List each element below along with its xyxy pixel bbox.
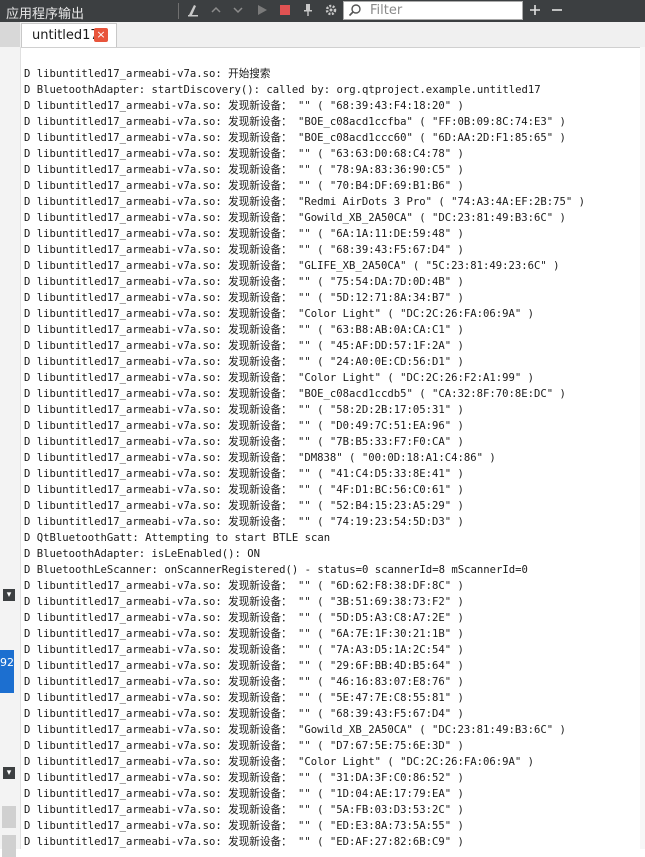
gutter-badge-text: 92 xyxy=(0,656,14,669)
clear-icon[interactable] xyxy=(186,3,202,19)
log-line: D libuntitled17_armeabi-v7a.so: 发现新设备： "… xyxy=(24,788,464,800)
log-line: D BluetoothLeScanner: onScannerRegistere… xyxy=(24,564,528,576)
log-line: D libuntitled17_armeabi-v7a.so: 发现新设备： "… xyxy=(24,388,566,400)
log-line: D libuntitled17_armeabi-v7a.so: 发现新设备： "… xyxy=(24,132,566,144)
log-line: D libuntitled17_armeabi-v7a.so: 发现新设备： "… xyxy=(24,116,566,128)
log-line: D libuntitled17_armeabi-v7a.so: 发现新设备： "… xyxy=(24,644,464,656)
log-line: D libuntitled17_armeabi-v7a.so: 发现新设备： "… xyxy=(24,740,464,752)
vertical-scrollbar[interactable] xyxy=(640,47,645,849)
log-line: D libuntitled17_armeabi-v7a.so: 发现新设备： "… xyxy=(24,420,464,432)
log-line: D BluetoothAdapter: isLeEnabled(): ON xyxy=(24,548,260,560)
log-line: D libuntitled17_armeabi-v7a.so: 发现新设备： "… xyxy=(24,324,464,336)
log-line: D libuntitled17_armeabi-v7a.so: 发现新设备： "… xyxy=(24,452,496,464)
log-line: D libuntitled17_armeabi-v7a.so: 发现新设备： "… xyxy=(24,660,464,672)
log-line: D libuntitled17_armeabi-v7a.so: 发现新设备： "… xyxy=(24,820,464,832)
log-line: D BluetoothAdapter: startDiscovery(): ca… xyxy=(24,84,541,96)
log-line: D QtBluetoothGatt: Attempting to start B… xyxy=(24,532,331,544)
log-line: D libuntitled17_armeabi-v7a.so: 发现新设备： "… xyxy=(24,804,464,816)
output-log: D libuntitled17_armeabi-v7a.so: 开始搜索 D Bl… xyxy=(24,66,642,849)
log-line: D libuntitled17_armeabi-v7a.so: 发现新设备： "… xyxy=(24,340,464,352)
tab-label: untitled17 xyxy=(32,28,99,43)
close-icon[interactable]: × xyxy=(94,28,108,42)
tab-untitled17[interactable]: untitled17 × xyxy=(21,23,117,47)
log-line: D libuntitled17_armeabi-v7a.so: 发现新设备： "… xyxy=(24,372,535,384)
gear-icon[interactable] xyxy=(323,3,339,19)
log-line: D libuntitled17_armeabi-v7a.so: 发现新设备： "… xyxy=(24,628,464,640)
log-line: D libuntitled17_armeabi-v7a.so: 发现新设备： "… xyxy=(24,308,535,320)
gutter-scroll-thumb-2[interactable] xyxy=(2,835,16,857)
log-line: D libuntitled17_armeabi-v7a.so: 发现新设备： "… xyxy=(24,260,560,272)
log-line: D libuntitled17_armeabi-v7a.so: 发现新设备： "… xyxy=(24,244,464,256)
minus-icon[interactable] xyxy=(549,3,565,19)
log-line: D libuntitled17_armeabi-v7a.so: 发现新设备： "… xyxy=(24,500,464,512)
log-line: D libuntitled17_armeabi-v7a.so: 发现新设备： "… xyxy=(24,692,464,704)
collapse-icon-2[interactable]: ▾ xyxy=(3,767,15,779)
log-line: D libuntitled17_armeabi-v7a.so: 发现新设备： "… xyxy=(24,596,464,608)
log-line: D libuntitled17_armeabi-v7a.so: 发现新设备： "… xyxy=(24,100,464,112)
panel-title: 应用程序输出 xyxy=(6,7,85,22)
chevron-up-icon[interactable] xyxy=(208,3,224,19)
log-line: D libuntitled17_armeabi-v7a.so: 发现新设备： "… xyxy=(24,228,464,240)
chevron-down-icon[interactable] xyxy=(230,3,246,19)
log-line: D libuntitled17_armeabi-v7a.so: 发现新设备： "… xyxy=(24,276,464,288)
left-gutter: ▾ 92 ▾ xyxy=(0,47,21,857)
run-icon[interactable] xyxy=(254,3,270,19)
search-icon xyxy=(347,3,363,19)
log-line: D libuntitled17_armeabi-v7a.so: 发现新设备： "… xyxy=(24,772,464,784)
plus-icon[interactable] xyxy=(527,3,543,19)
log-line: D libuntitled17_armeabi-v7a.so: 发现新设备： "… xyxy=(24,756,535,768)
log-line: D libuntitled17_armeabi-v7a.so: 发现新设备： "… xyxy=(24,212,566,224)
log-line: D libuntitled17_armeabi-v7a.so: 发现新设备： "… xyxy=(24,516,464,528)
filter-field[interactable]: Filter xyxy=(343,1,523,20)
tab-bar: untitled17 × xyxy=(0,22,645,48)
log-line: D libuntitled17_armeabi-v7a.so: 发现新设备： "… xyxy=(24,164,464,176)
log-line: D libuntitled17_armeabi-v7a.so: 发现新设备： "… xyxy=(24,196,586,208)
log-line: D libuntitled17_armeabi-v7a.so: 发现新设备： "… xyxy=(24,180,464,192)
log-line: D libuntitled17_armeabi-v7a.so: 发现新设备： "… xyxy=(24,436,464,448)
log-line: D libuntitled17_armeabi-v7a.so: 发现新设备： "… xyxy=(24,708,464,720)
gutter-badge: 92 xyxy=(0,650,14,693)
toolbar-divider xyxy=(178,3,179,19)
log-line: D libuntitled17_armeabi-v7a.so: 发现新设备： "… xyxy=(24,836,464,848)
log-line: D libuntitled17_armeabi-v7a.so: 发现新设备： "… xyxy=(24,148,464,160)
log-line: D libuntitled17_armeabi-v7a.so: 发现新设备： "… xyxy=(24,676,464,688)
log-line: D libuntitled17_armeabi-v7a.so: 发现新设备： "… xyxy=(24,404,464,416)
log-line: D libuntitled17_armeabi-v7a.so: 开始搜索 xyxy=(24,68,271,80)
filter-placeholder: Filter xyxy=(370,3,403,18)
log-line: D libuntitled17_armeabi-v7a.so: 发现新设备： "… xyxy=(24,468,464,480)
tab-bar-strip xyxy=(0,22,20,47)
log-line: D libuntitled17_armeabi-v7a.so: 发现新设备： "… xyxy=(24,580,464,592)
log-line: D libuntitled17_armeabi-v7a.so: 发现新设备： "… xyxy=(24,356,464,368)
output-toolbar: 应用程序输出 Filter xyxy=(0,0,645,22)
gutter-scroll-thumb[interactable] xyxy=(2,806,16,828)
stop-icon[interactable] xyxy=(277,3,293,19)
log-line: D libuntitled17_armeabi-v7a.so: 发现新设备： "… xyxy=(24,292,464,304)
log-line: D libuntitled17_armeabi-v7a.so: 发现新设备： "… xyxy=(24,724,566,736)
log-line: D libuntitled17_armeabi-v7a.so: 发现新设备： "… xyxy=(24,484,464,496)
collapse-icon[interactable]: ▾ xyxy=(3,589,15,601)
pin-icon[interactable] xyxy=(300,3,316,19)
log-line: D libuntitled17_armeabi-v7a.so: 发现新设备： "… xyxy=(24,612,464,624)
